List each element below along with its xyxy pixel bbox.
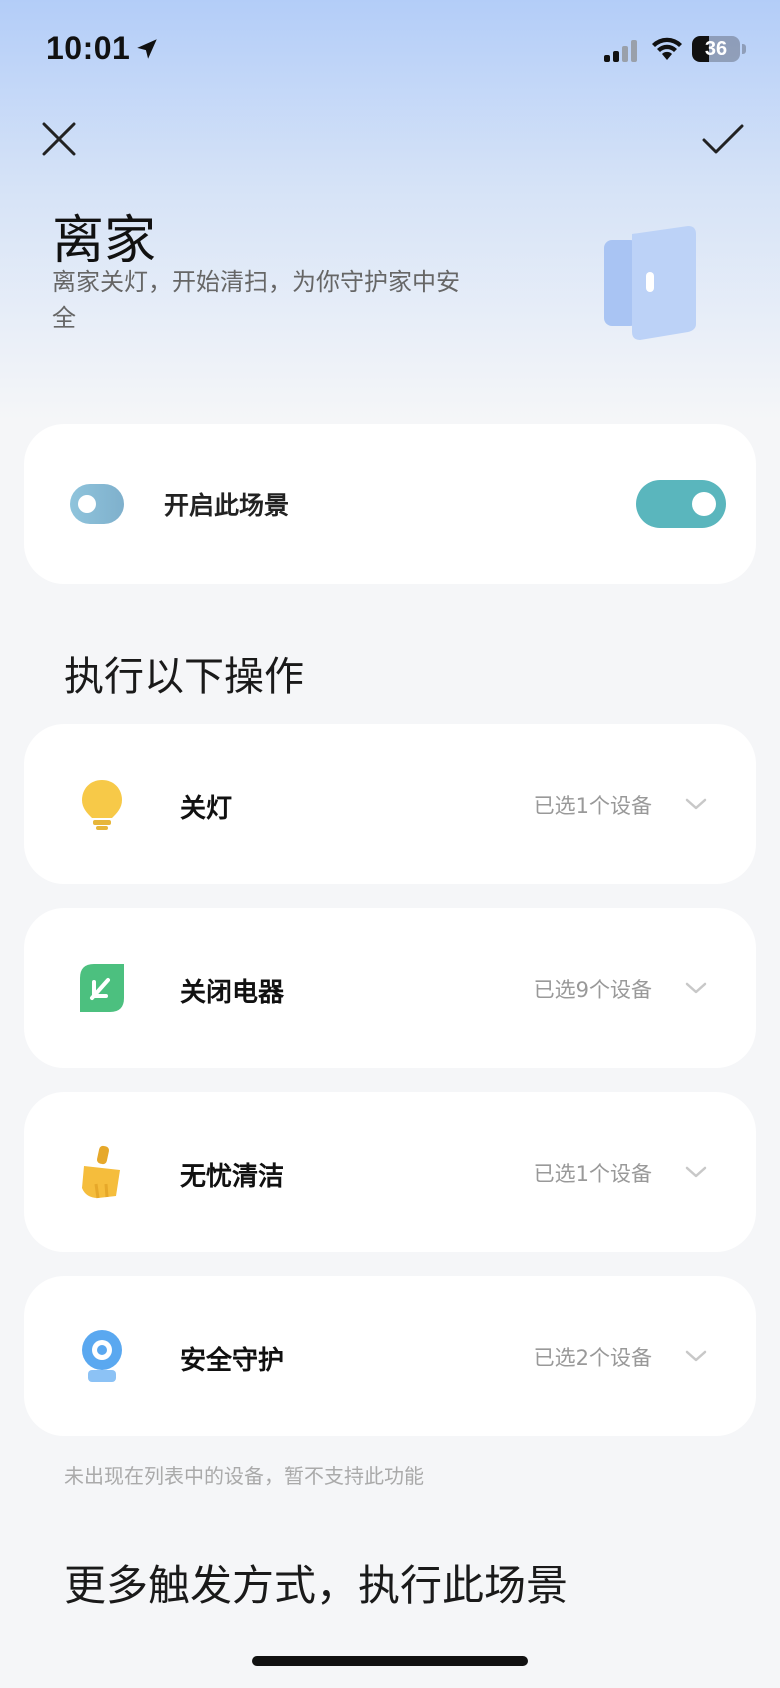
action-label: 安全守护 (180, 1346, 285, 1376)
chevron-down-icon[interactable] (684, 978, 708, 998)
action-item-appliances-off[interactable]: 关闭电器 已选9个设备 (24, 908, 756, 1068)
action-label: 关灯 (180, 794, 233, 824)
action-device-count: 已选2个设备 (533, 1346, 652, 1370)
battery-level-text: 36 (704, 38, 728, 60)
chevron-down-icon[interactable] (684, 1162, 708, 1182)
action-item-cleaning[interactable]: 无忧清洁 已选1个设备 (24, 1092, 756, 1252)
cellular-signal-icon (604, 40, 637, 62)
action-device-count: 已选9个设备 (533, 978, 652, 1002)
action-label: 关闭电器 (180, 978, 285, 1008)
enable-scene-card: 开启此场景 (24, 424, 756, 584)
chevron-down-icon[interactable] (684, 794, 708, 814)
battery-tip (742, 44, 746, 54)
action-item-lights-off[interactable]: 关灯 已选1个设备 (24, 724, 756, 884)
wifi-icon (652, 37, 682, 60)
toggle-small-knob (78, 495, 96, 513)
light-bulb-icon (82, 780, 122, 830)
unsupported-devices-note: 未出现在列表中的设备，暂不支持此功能 (64, 1464, 424, 1488)
switch-knob (692, 492, 716, 516)
actions-section-title: 执行以下操作 (64, 654, 304, 700)
close-icon[interactable] (36, 116, 82, 162)
door-icon (604, 226, 696, 340)
status-time: 10:01 (46, 30, 131, 66)
enable-scene-switch[interactable] (636, 480, 726, 528)
leaf-power-icon (80, 964, 124, 1012)
enable-scene-label: 开启此场景 (164, 491, 290, 520)
cleaning-brush-icon (82, 1145, 120, 1199)
location-arrow-icon (137, 39, 157, 59)
checkmark-icon[interactable] (698, 116, 748, 162)
action-device-count: 已选1个设备 (533, 1162, 652, 1186)
status-bar: 10:01 36 (0, 0, 780, 100)
action-item-security[interactable]: 安全守护 已选2个设备 (24, 1276, 756, 1436)
scene-description: 离家关灯，开始清扫，为你守护家中安全 (52, 268, 460, 332)
scene-title: 离家 (52, 211, 157, 271)
action-device-count: 已选1个设备 (533, 794, 652, 818)
more-triggers-title: 更多触发方式，执行此场景 (64, 1561, 569, 1610)
battery-icon: 36 (692, 36, 740, 62)
security-camera-icon (82, 1330, 122, 1382)
home-indicator[interactable] (252, 1656, 528, 1666)
toggle-small-icon (70, 484, 124, 524)
chevron-down-icon[interactable] (684, 1346, 708, 1366)
action-label: 无忧清洁 (180, 1162, 285, 1192)
